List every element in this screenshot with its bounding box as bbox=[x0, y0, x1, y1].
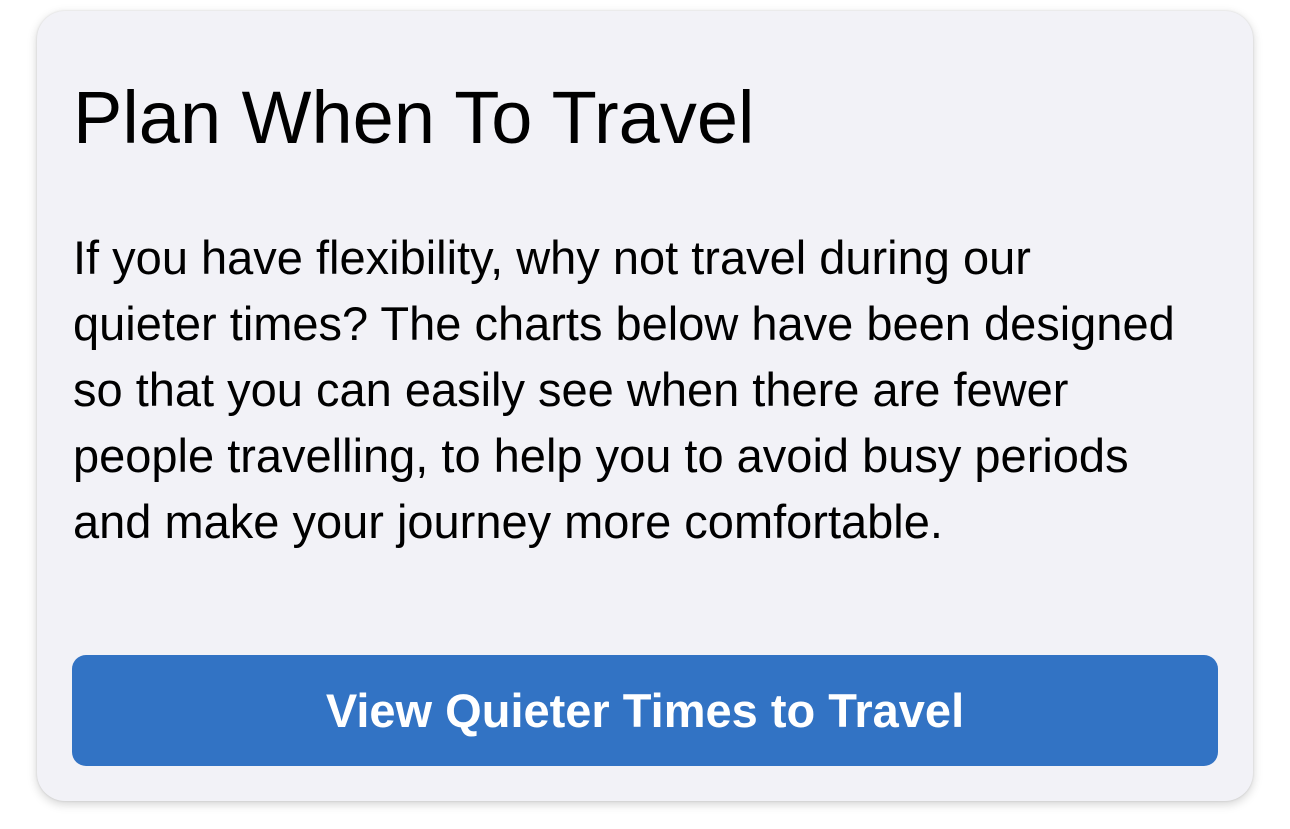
view-quieter-times-button[interactable]: View Quieter Times to Travel bbox=[72, 655, 1218, 766]
plan-travel-card: Plan When To Travel If you have flexibil… bbox=[37, 11, 1253, 801]
card-title: Plan When To Travel bbox=[73, 76, 755, 159]
card-description: If you have flexibility, why not travel … bbox=[73, 231, 1175, 548]
